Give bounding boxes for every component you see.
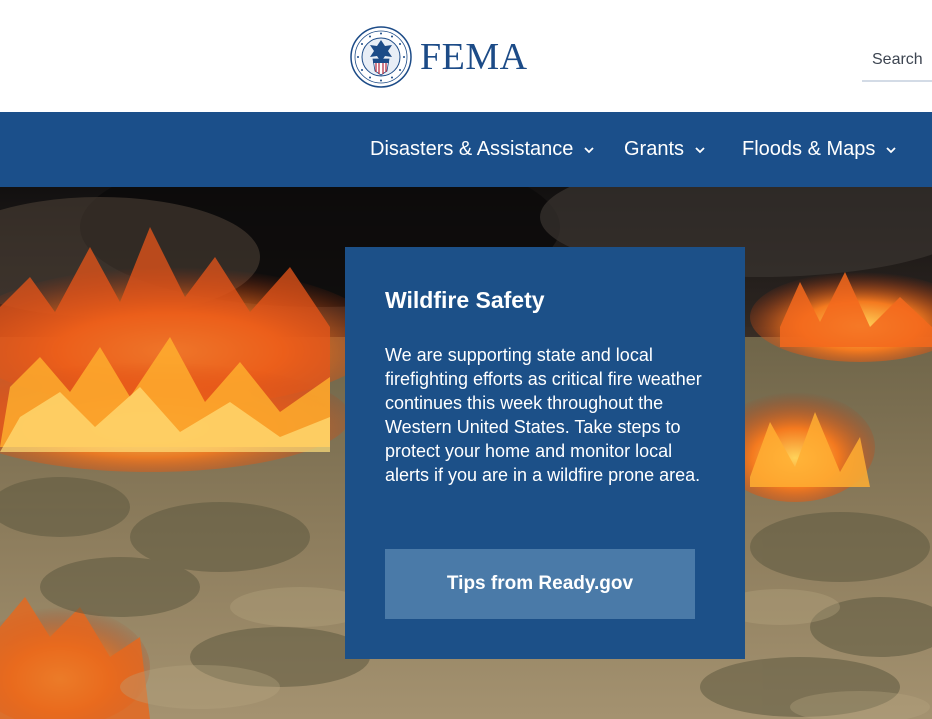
nav-item-label: Disasters & Assistance <box>370 138 574 160</box>
nav-item-disasters-assistance[interactable]: Disasters & Assistance <box>370 112 595 187</box>
search-input[interactable] <box>862 40 932 82</box>
nav-item-grants[interactable]: Grants <box>624 112 706 187</box>
hero-banner: Wildfire Safety We are supporting state … <box>0 187 932 719</box>
chevron-down-icon <box>695 146 705 153</box>
hero-card: Wildfire Safety We are supporting state … <box>345 247 745 659</box>
dhs-seal-icon <box>350 26 412 88</box>
page: FEMA Disasters & Assistance Grants Flood… <box>0 0 932 719</box>
fema-logo-link[interactable]: FEMA <box>350 26 528 88</box>
chevron-down-icon <box>886 146 897 153</box>
nav-item-floods-maps[interactable]: Floods & Maps <box>742 112 897 187</box>
chevron-down-icon <box>584 146 595 153</box>
hero-card-title: Wildfire Safety <box>385 287 545 313</box>
site-header: FEMA <box>0 0 932 112</box>
nav-item-label: Grants <box>624 138 685 160</box>
nav-item-label: Floods & Maps <box>742 138 876 160</box>
main-nav: Disasters & Assistance Grants Floods & M… <box>0 112 932 187</box>
logo-text: FEMA <box>420 36 528 78</box>
tips-ready-gov-button[interactable]: Tips from Ready.gov <box>385 549 695 619</box>
hero-card-body: We are supporting state and local firefi… <box>385 344 702 485</box>
